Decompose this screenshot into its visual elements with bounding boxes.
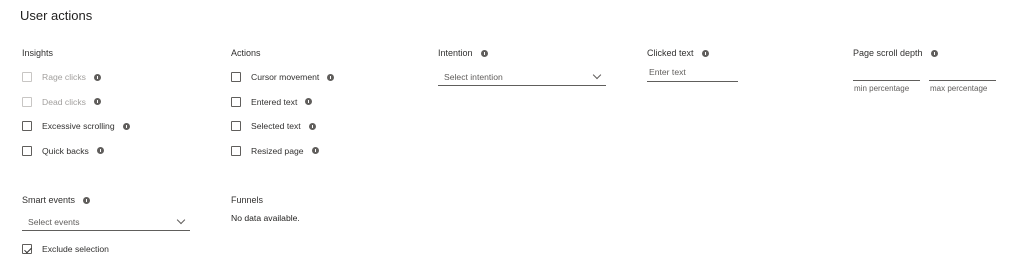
intention-dropdown-value: Select intention	[444, 71, 503, 82]
insights-header-label: Insights	[22, 48, 54, 58]
checkbox-box[interactable]	[22, 121, 32, 131]
checkbox-excessive-scrolling[interactable]: Excessive scrolling	[22, 120, 130, 132]
checkbox-box[interactable]	[231, 96, 241, 107]
info-icon[interactable]	[83, 196, 91, 204]
checkbox-resized-page[interactable]: Resized page	[231, 145, 334, 157]
checkbox-box[interactable]	[22, 145, 32, 156]
insights-group: Insights Rage clicks Dead clicks Excessi…	[22, 47, 130, 169]
chevron-down-icon[interactable]	[176, 215, 186, 224]
clicked-text-placeholder: Enter text	[649, 67, 686, 77]
info-icon[interactable]	[93, 73, 101, 81]
info-icon[interactable]	[930, 49, 938, 57]
checkbox-selected-text[interactable]: Selected text	[231, 120, 334, 132]
funnels-group: Funnels	[231, 194, 263, 206]
funnels-header: Funnels	[231, 194, 263, 206]
funnels-empty-text: No data available.	[231, 213, 300, 223]
actions-header-label: Actions	[231, 48, 261, 58]
info-icon[interactable]	[93, 98, 101, 105]
smart-events-header: Smart events	[22, 194, 91, 206]
checkbox-entered-text[interactable]: Entered text	[231, 96, 334, 108]
intention-header: Intention	[438, 47, 488, 59]
scroll-depth-max-input[interactable]	[929, 80, 996, 81]
actions-group: Actions Cursor movement Entered text Sel…	[231, 47, 335, 169]
info-icon[interactable]	[122, 122, 130, 130]
checkbox-label: Quick backs	[42, 145, 89, 156]
scroll-depth-header: Page scroll depth	[853, 47, 938, 59]
checkmark-icon[interactable]	[22, 244, 32, 254]
scroll-depth-min-label: min percentage	[854, 84, 910, 93]
clicked-text-input[interactable]: Enter text	[647, 67, 738, 82]
funnels-header-label: Funnels	[231, 195, 264, 205]
info-icon[interactable]	[305, 98, 313, 105]
checkbox-cursor-movement[interactable]: Cursor movement	[231, 71, 335, 83]
info-icon[interactable]	[308, 122, 316, 130]
smart-events-group: Smart events	[22, 194, 91, 206]
insights-header: Insights	[22, 47, 130, 59]
clicked-text-group: Clicked text	[647, 47, 709, 59]
smart-events-header-label: Smart events	[22, 195, 76, 205]
checkbox-label: Selected text	[251, 121, 301, 131]
checkbox-label: Resized page	[251, 145, 304, 156]
info-icon[interactable]	[701, 49, 709, 57]
checkbox-dead-clicks[interactable]: Dead clicks	[22, 96, 130, 108]
checkbox-rage-clicks[interactable]: Rage clicks	[22, 71, 130, 83]
section-title: User actions	[20, 8, 93, 23]
actions-header: Actions	[231, 47, 334, 59]
checkbox-box[interactable]	[22, 72, 32, 82]
info-icon[interactable]	[96, 147, 104, 154]
checkbox-box[interactable]	[231, 145, 241, 156]
info-icon[interactable]	[327, 73, 335, 81]
checkbox-label: Rage clicks	[42, 72, 86, 82]
clicked-text-header-label: Clicked text	[647, 48, 694, 58]
checkbox-label: Excessive scrolling	[42, 121, 115, 131]
checkbox-label: Cursor movement	[251, 72, 320, 82]
scroll-depth-header-label: Page scroll depth	[853, 48, 923, 58]
smart-events-dropdown[interactable]: Select events	[22, 213, 190, 231]
clicked-text-header: Clicked text	[647, 47, 709, 59]
checkbox-label: Entered text	[251, 96, 298, 107]
info-icon[interactable]	[311, 147, 319, 154]
smart-events-dropdown-value: Select events	[28, 216, 80, 227]
intention-group: Intention	[438, 47, 488, 59]
info-icon[interactable]	[480, 49, 488, 57]
checkbox-exclude-selection[interactable]: Exclude selection	[22, 243, 109, 255]
checkbox-label: Dead clicks	[42, 96, 86, 107]
chevron-down-icon[interactable]	[592, 70, 602, 79]
checkbox-quick-backs[interactable]: Quick backs	[22, 145, 130, 157]
intention-dropdown[interactable]: Select intention	[438, 68, 606, 86]
scroll-depth-min-input[interactable]	[853, 80, 920, 81]
checkbox-box[interactable]	[231, 72, 241, 82]
intention-header-label: Intention	[438, 48, 473, 58]
checkbox-label: Exclude selection	[42, 244, 109, 254]
scroll-depth-max-label: max percentage	[930, 84, 988, 93]
checkbox-box[interactable]	[231, 121, 241, 131]
scroll-depth-group: Page scroll depth	[853, 47, 938, 59]
checkbox-box[interactable]	[22, 96, 32, 107]
